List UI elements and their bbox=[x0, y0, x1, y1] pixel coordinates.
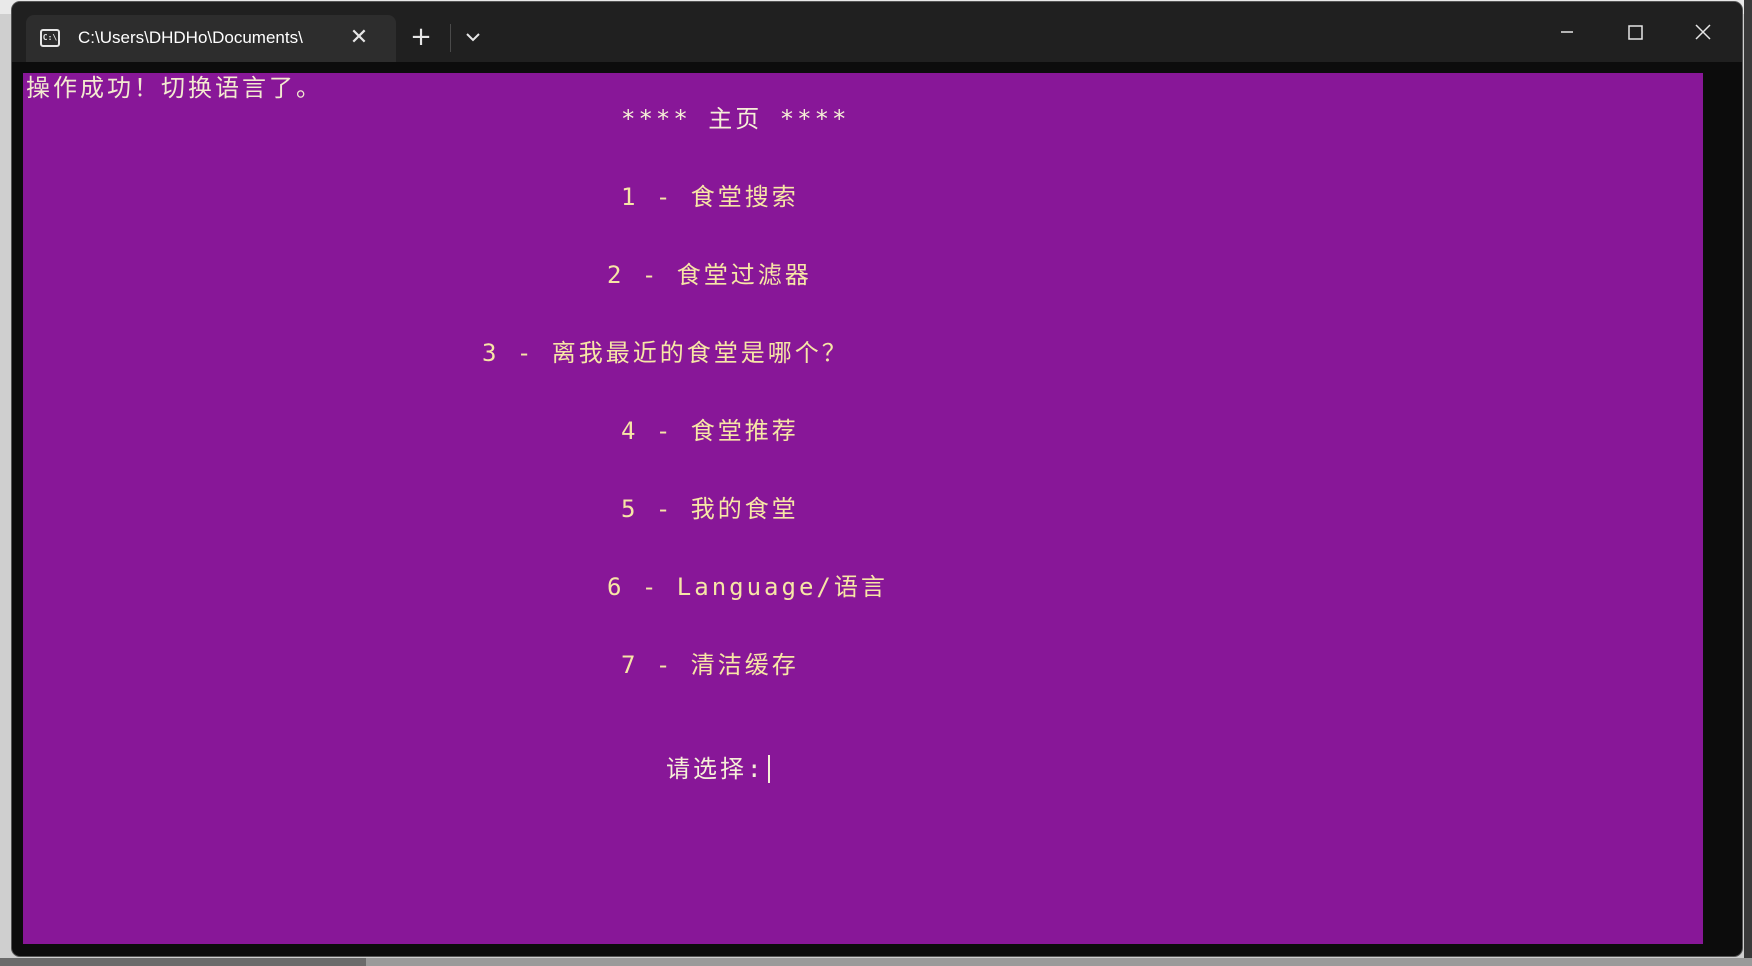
tab-title: C:\Users\DHDHo\Documents\ bbox=[78, 28, 303, 47]
prompt-label: 请选择: bbox=[666, 755, 765, 783]
terminal-window: C:\ C:\Users\DHDHo\Documents\ ✕ + 操作成功！切… bbox=[12, 2, 1742, 956]
menu-item-4: 4 - 食堂推荐 bbox=[621, 417, 799, 445]
menu-item-3: 3 - 离我最近的食堂是哪个？ bbox=[482, 339, 849, 367]
taskbar-segment bbox=[0, 958, 366, 966]
taskbar-edge bbox=[0, 958, 1752, 966]
maximize-icon[interactable] bbox=[1612, 12, 1658, 52]
terminal-icon: C:\ bbox=[40, 29, 60, 47]
terminal-tab[interactable]: C:\ C:\Users\DHDHo\Documents\ ✕ bbox=[26, 15, 396, 62]
menu-item-1: 1 - 食堂搜索 bbox=[621, 183, 799, 211]
new-tab-plus-icon[interactable]: + bbox=[404, 20, 438, 54]
menu-item-7: 7 - 清洁缓存 bbox=[621, 651, 799, 679]
close-icon[interactable] bbox=[1680, 12, 1726, 52]
menu-item-5: 5 - 我的食堂 bbox=[621, 495, 799, 523]
chevron-down-icon[interactable] bbox=[458, 22, 488, 52]
input-prompt[interactable]: 请选择: bbox=[666, 754, 771, 784]
terminal-scrollbar[interactable] bbox=[1709, 73, 1737, 944]
tab-close-icon[interactable]: ✕ bbox=[344, 23, 374, 53]
text-cursor bbox=[768, 755, 771, 783]
menu-heading: **** 主页 **** bbox=[621, 105, 850, 133]
tab-separator bbox=[450, 24, 451, 52]
terminal-output[interactable]: 操作成功！切换语言了。 **** 主页 **** 1 - 食堂搜索 2 - 食堂… bbox=[23, 73, 1703, 944]
menu-item-2: 2 - 食堂过滤器 bbox=[607, 261, 812, 289]
menu-item-6: 6 - Language/语言 bbox=[607, 573, 888, 601]
status-message: 操作成功！切换语言了。 bbox=[26, 74, 323, 102]
background-window-edge-right bbox=[1744, 0, 1752, 966]
title-bar[interactable]: C:\ C:\Users\DHDHo\Documents\ ✕ + bbox=[12, 2, 1742, 62]
minimize-icon[interactable] bbox=[1544, 12, 1590, 52]
